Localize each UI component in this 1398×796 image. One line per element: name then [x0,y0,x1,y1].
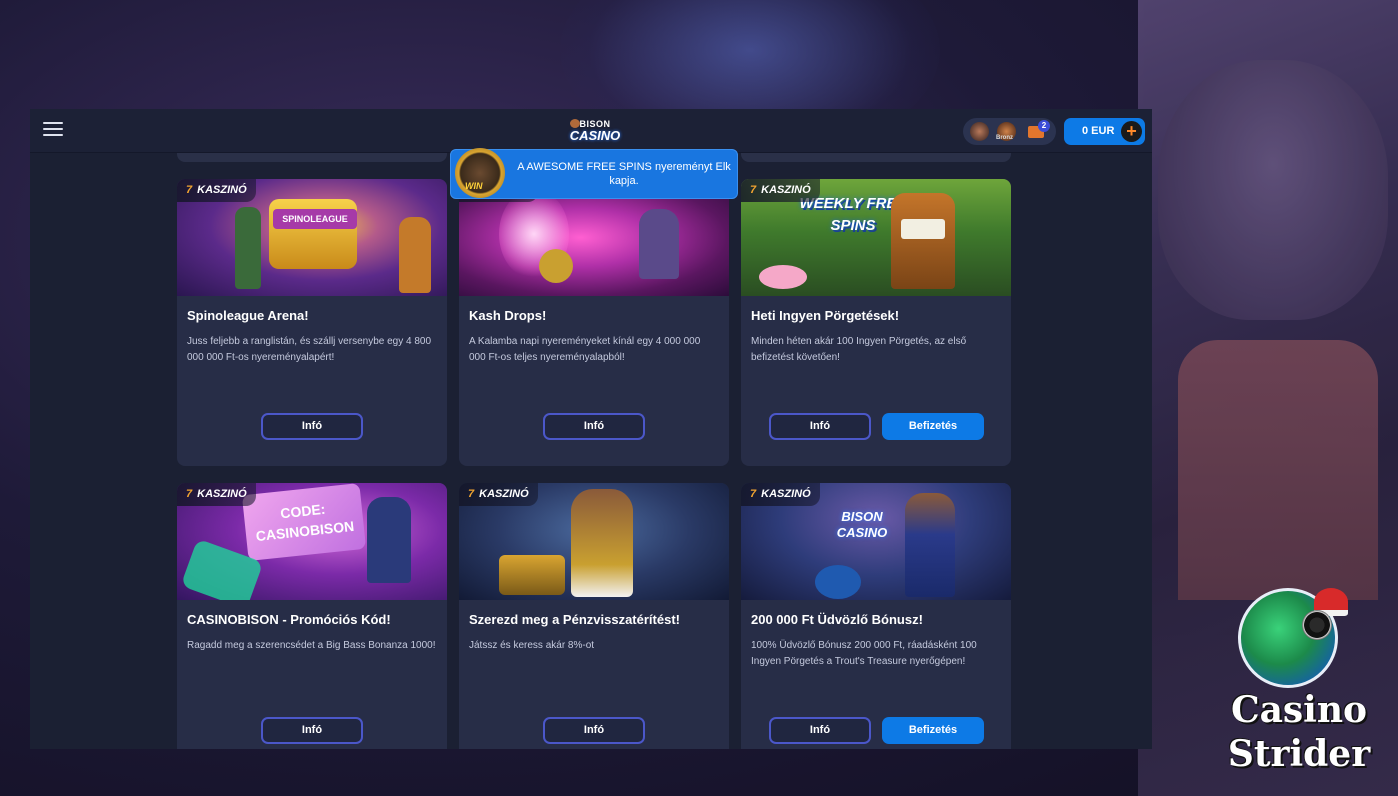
badge-label: KASZINÓ [761,184,811,196]
promo-image: CODE: CASINOBISON 7 KASZINÓ [177,483,447,600]
balance-button[interactable]: 0 EUR + [1064,118,1145,145]
watermark-line2: Strider [1227,733,1371,775]
info-button[interactable]: Infó [261,413,363,440]
win-medal-icon: WIN [455,148,505,198]
promo-title: 200 000 Ft Üdvözlő Bónusz! [751,612,923,627]
promo-title: CASINOBISON - Promóciós Kód! [187,612,391,627]
win-notification[interactable]: WIN A AWESOME FREE SPINS nyereményt Elk … [450,148,738,199]
promo-card: 7KASZINÓ Kash Drops! A Kalamba napi nyer… [459,179,729,466]
mail-count-badge: 2 [1038,120,1050,132]
casino-chip-art [815,565,861,599]
promo-image: WEEKLY FREE SPINS 7 KASZINÓ [741,179,1011,296]
promo-card: 7 KASZINÓ Szerezd meg a Pénzvisszatérítés… [459,483,729,749]
promo-card: WEEKLY FREE SPINS 7 KASZINÓ Heti Ingyen P… [741,179,1011,466]
promo-image-text: SPINOLEAGUE [273,209,357,229]
promo-image: 7 KASZINÓ [459,483,729,600]
casino-badge: 7 KASZINÓ [177,179,256,202]
bison-king-art [571,489,633,597]
win-notification-text: A AWESOME FREE SPINS nyereményt Elk kapj… [517,161,731,187]
badge-number: 7 [750,184,757,196]
info-button[interactable]: Infó [769,413,871,440]
bison-character-art [905,493,955,597]
badge-number: 7 [468,488,475,500]
badge-label: KASZINÓ [479,488,529,500]
card-stub [177,153,447,162]
promo-title: Spinoleague Arena! [187,308,309,323]
promo-description: Játssz és keress akár 8%-ot [469,640,595,651]
logo-line2: CASINO [569,128,621,143]
promo-description: Ragadd meg a szerencsédet a Big Bass Bon… [187,640,436,651]
casino-badge: 7 KASZINÓ [741,483,820,506]
profile-avatar[interactable] [970,122,989,141]
info-button[interactable]: Infó [769,717,871,744]
info-button[interactable]: Infó [261,717,363,744]
badge-label: KASZINÓ [197,184,247,196]
info-button[interactable]: Infó [543,717,645,744]
win-medal-text: WIN [465,181,483,191]
user-icons-group: Bronz 2 [963,118,1056,145]
card-stub [741,153,1011,162]
promo-description: Juss feljebb a ranglistán, és szállj ver… [187,336,432,363]
treasure-chest-art [499,555,565,595]
site-logo[interactable]: BISON CASINO [568,119,622,147]
balance-amount: 0 EUR [1082,125,1115,137]
watermark-line1: Casino [1230,689,1368,731]
hamburger-menu-icon[interactable] [43,122,63,138]
poker-chip-icon [1302,610,1332,640]
badge-number: 7 [186,184,193,196]
slot-machine-art [891,193,955,289]
promo-card: SPINOLEAGUE 7 KASZINÓ Spinoleague Arena! … [177,179,447,466]
promo-card: CODE: CASINOBISON 7 KASZINÓ CASINOBISON -… [177,483,447,749]
wizard-art [639,209,679,279]
add-funds-icon[interactable]: + [1121,121,1142,142]
promo-description: 100% Üdvözlő Bónusz 200 000 Ft, ráadáské… [751,640,977,667]
character-art [235,207,261,289]
bison-character-art [367,497,411,583]
casino-badge: 7 KASZINÓ [741,179,820,202]
promo-image-text: BISON CASINO [836,509,888,540]
flowers-art [759,265,807,289]
badge-label: KASZINÓ [197,488,247,500]
promo-description: Minden héten akár 100 Ingyen Pörgetés, a… [751,336,967,363]
promo-image: BISON CASINO 7 KASZINÓ [741,483,1011,600]
promo-image-text: CODE: CASINOBISON [241,483,367,561]
bison-shirt-art [1178,340,1378,600]
casino-badge: 7 KASZINÓ [177,483,256,506]
info-button[interactable]: Infó [543,413,645,440]
deposit-button[interactable]: Befizetés [882,413,984,440]
casino-badge: 7 KASZINÓ [459,483,538,506]
promo-image: SPINOLEAGUE 7 KASZINÓ [177,179,447,296]
character-art [399,217,431,293]
bison-logo-icon [570,119,580,128]
bison-head-art [1158,60,1388,320]
promo-title: Szerezd meg a Pénzvisszatérítést! [469,612,680,627]
top-bar: BISON CASINO Bronz 2 0 EUR + [30,109,1152,153]
badge-number: 7 [750,488,757,500]
gold-coin-art [539,249,573,283]
casino-window: BISON CASINO Bronz 2 0 EUR + SPINOLEAGUE… [30,109,1152,749]
slot-reels-art [901,219,945,239]
promo-description: A Kalamba napi nyereményeket kínál egy 4… [469,336,701,363]
promo-title: Kash Drops! [469,308,547,323]
promo-title: Heti Ingyen Pörgetések! [751,308,900,323]
deposit-button[interactable]: Befizetés [882,717,984,744]
rank-label: Bronz [996,135,1013,141]
promo-card: BISON CASINO 7 KASZINÓ 200 000 Ft Üdvözlő… [741,483,1011,749]
badge-number: 7 [186,488,193,500]
casino-strider-watermark: Casino Strider [1214,586,1384,786]
badge-label: KASZINÓ [761,488,811,500]
